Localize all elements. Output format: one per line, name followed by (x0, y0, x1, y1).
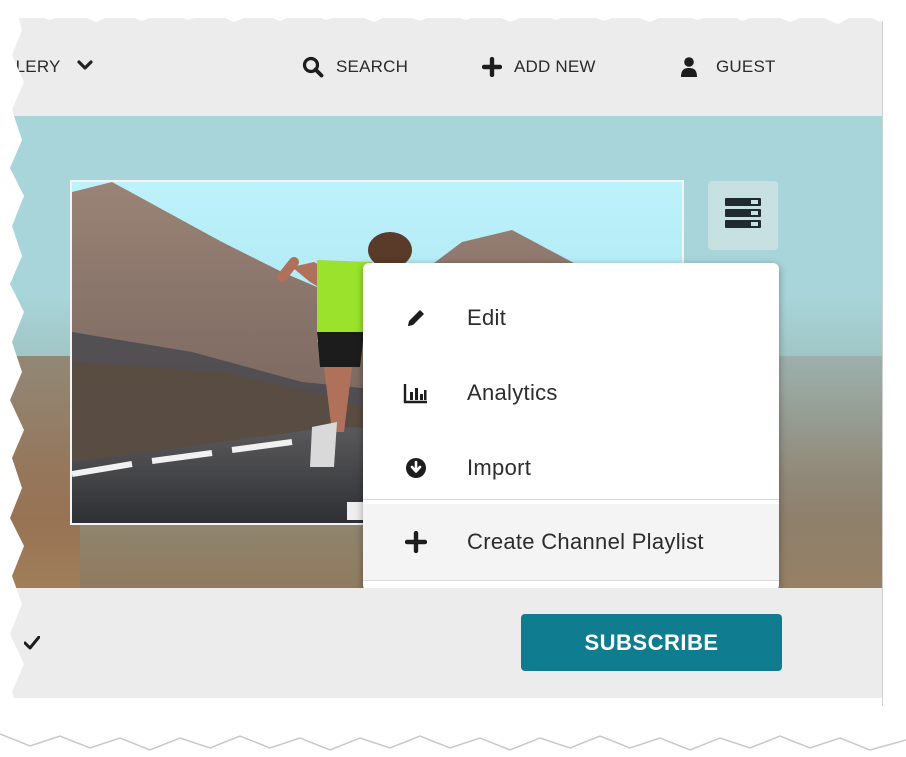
menu-item-label: Analytics (467, 379, 558, 405)
guest-user-menu[interactable]: GUEST (680, 18, 776, 116)
menu-item-create-channel-playlist[interactable]: Create Channel Playlist (363, 504, 779, 580)
plus-icon (401, 504, 431, 579)
page: LLERY SEARCH ADD NEW GUEST Edit Analytic… (0, 0, 906, 757)
menu-item-label: Import (467, 454, 532, 480)
add-new-button[interactable]: ADD NEW (482, 18, 596, 116)
pencil-icon (401, 280, 431, 355)
bar-chart-icon (401, 355, 431, 430)
torn-frame-top (0, 0, 906, 24)
add-new-label: ADD NEW (514, 57, 596, 76)
menu-divider (363, 499, 779, 500)
menu-item-label: Create Channel Playlist (467, 529, 704, 554)
plus-icon (482, 57, 502, 77)
menu-divider (363, 580, 779, 581)
channel-actions-toggle[interactable] (708, 181, 778, 250)
subscribe-button[interactable]: SUBSCRIBE (521, 614, 782, 671)
menu-item-label: Edit (467, 304, 507, 330)
torn-frame-bottom (0, 700, 906, 757)
menu-item-import[interactable]: Import (363, 430, 779, 505)
guest-label: GUEST (716, 57, 776, 76)
menu-list-icon (723, 196, 763, 235)
chevron-down-icon (76, 57, 93, 77)
menu-item-analytics[interactable]: Analytics (363, 355, 779, 430)
channel-actions-dropdown: Edit Analytics Import Create Channel Pla… (363, 263, 779, 591)
user-icon (680, 56, 698, 78)
window-right-edge (882, 0, 906, 757)
torn-frame-left (0, 0, 24, 757)
search-icon (302, 56, 324, 78)
search-label: SEARCH (336, 57, 409, 76)
search-button[interactable]: SEARCH (302, 18, 408, 116)
download-circle-icon (401, 430, 431, 505)
top-nav: LLERY SEARCH ADD NEW GUEST (0, 18, 906, 116)
menu-item-edit[interactable]: Edit (363, 280, 779, 355)
